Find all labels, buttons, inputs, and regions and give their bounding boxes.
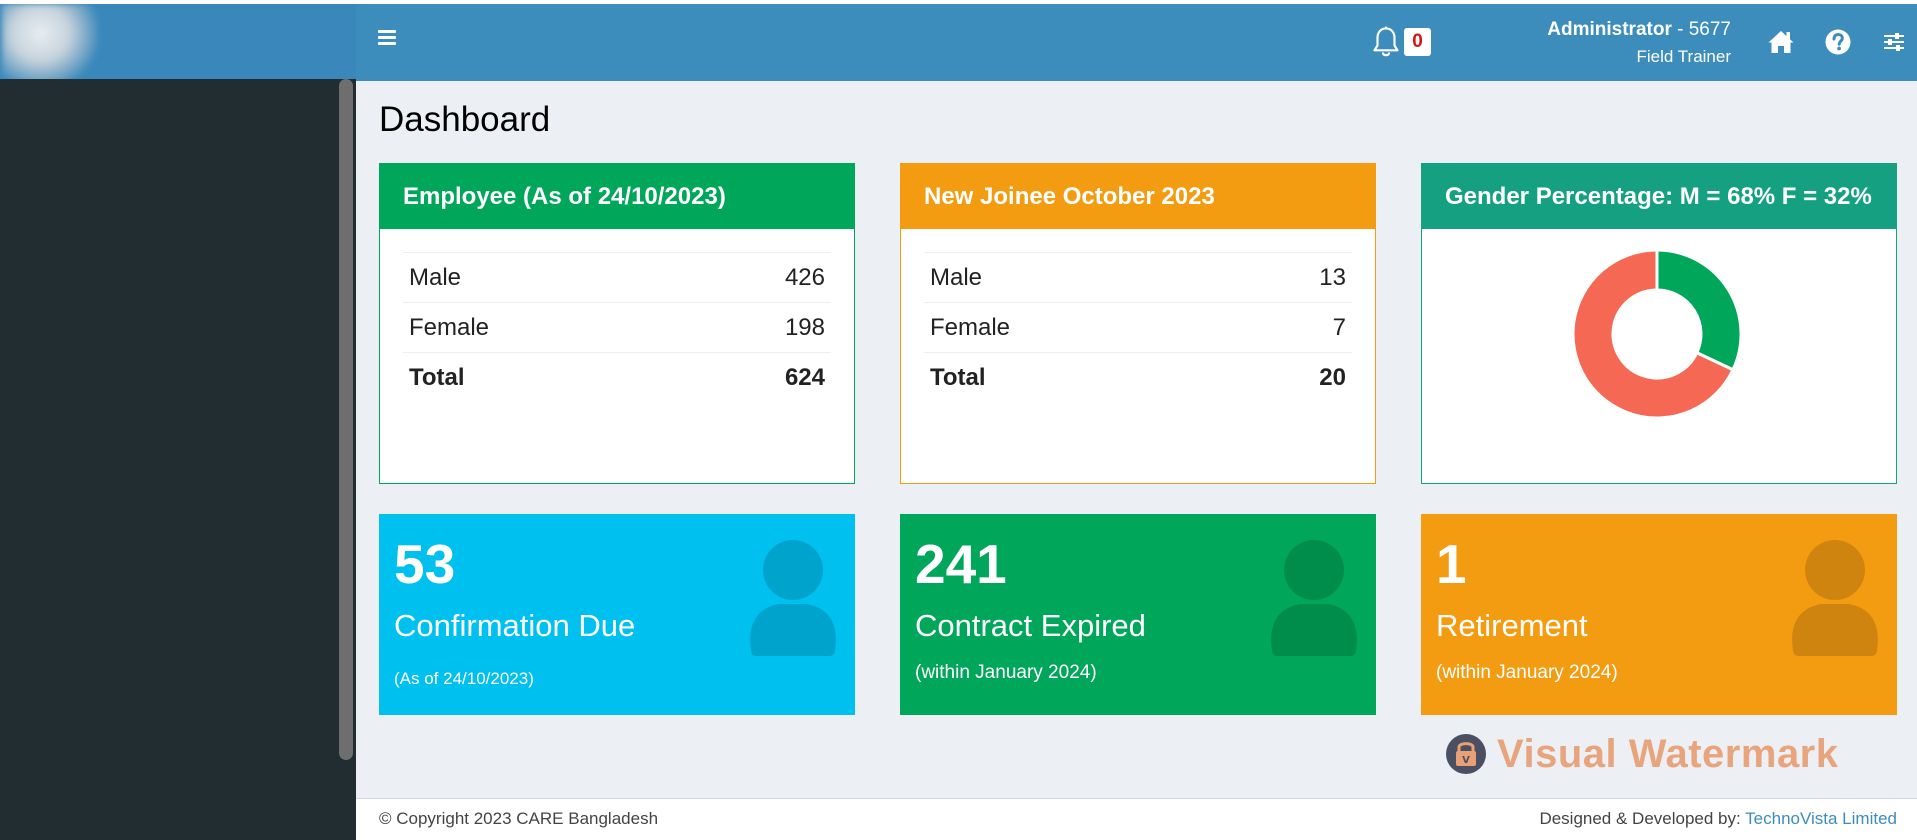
table-row-total: Total 624 [403,352,831,402]
employee-card: Employee (As of 24/10/2023) Male 426 Fema… [379,163,855,484]
person-icon [750,540,836,656]
notification-count-badge[interactable]: 0 [1404,28,1431,56]
retirement-count: 1 [1436,533,1467,595]
sidebar-scrollbar[interactable] [339,79,353,760]
user-name: Administrator [1547,19,1672,40]
contract-expired-label: Contract Expired [915,608,1146,643]
contract-expired-count: 241 [915,533,1007,595]
retirement-label: Retirement [1436,608,1588,643]
svg-text:V: V [1462,755,1470,766]
copyright-text: © Copyright 2023 CARE Bangladesh [379,809,659,828]
gender-percentage-card: Gender Percentage: M = 68% F = 32% [1421,163,1897,484]
table-row-total: Total 20 [924,352,1352,402]
confirmation-due-box[interactable]: 53 Confirmation Due (As of 24/10/2023) [379,514,855,715]
sidebar [0,79,356,840]
developer-credit: Designed & Developed by: TechnoVista Lim… [1539,809,1897,828]
help-icon[interactable] [1824,28,1852,56]
person-icon [1271,540,1357,656]
new-joinee-card-title: New Joinee October 2023 [901,164,1375,229]
top-navbar: 0 Administrator - 5677 Field Trainer [356,4,1917,81]
table-row: Male 426 [403,252,831,302]
menu-toggle-icon[interactable] [378,30,396,46]
user-role: Field Trainer [1636,47,1731,66]
confirmation-due-count: 53 [394,533,456,595]
new-joinee-card: New Joinee October 2023 Male 13 Female 7 T… [900,163,1376,484]
gender-card-title: Gender Percentage: M = 68% F = 32% [1422,164,1896,229]
contract-expired-sub: (within January 2024) [915,662,1097,683]
logo-icon [2,4,98,79]
footer: © Copyright 2023 CARE Bangladesh Designe… [356,798,1917,840]
retirement-box[interactable]: 1 Retirement (within January 2024) [1421,514,1897,715]
bell-icon[interactable] [1371,26,1401,60]
confirmation-due-sub: (As of 24/10/2023) [394,669,534,688]
table-row: Female 7 [924,302,1352,352]
table-row: Male 13 [924,252,1352,302]
gender-donut-chart[interactable] [1572,249,1742,419]
developer-link[interactable]: TechnoVista Limited [1745,809,1897,828]
confirmation-due-label: Confirmation Due [394,608,636,643]
person-icon [1792,540,1878,656]
settings-sliders-icon[interactable] [1880,28,1908,56]
home-icon[interactable] [1767,28,1795,56]
retirement-sub: (within January 2024) [1436,662,1618,683]
brand-logo-area[interactable] [0,4,356,79]
donut-slice-f[interactable] [1655,249,1742,372]
page-title: Dashboard [379,100,551,139]
watermark-text: Visual Watermark [1497,731,1839,776]
table-row: Female 198 [403,302,831,352]
user-menu[interactable]: Administrator - 5677 Field Trainer [1547,18,1731,69]
employee-card-title: Employee (As of 24/10/2023) [380,164,854,229]
lock-icon: V [1446,734,1486,774]
contract-expired-box[interactable]: 241 Contract Expired (within January 202… [900,514,1376,715]
watermark: V Visual Watermark [1445,730,1839,778]
user-id: - 5677 [1671,19,1731,40]
